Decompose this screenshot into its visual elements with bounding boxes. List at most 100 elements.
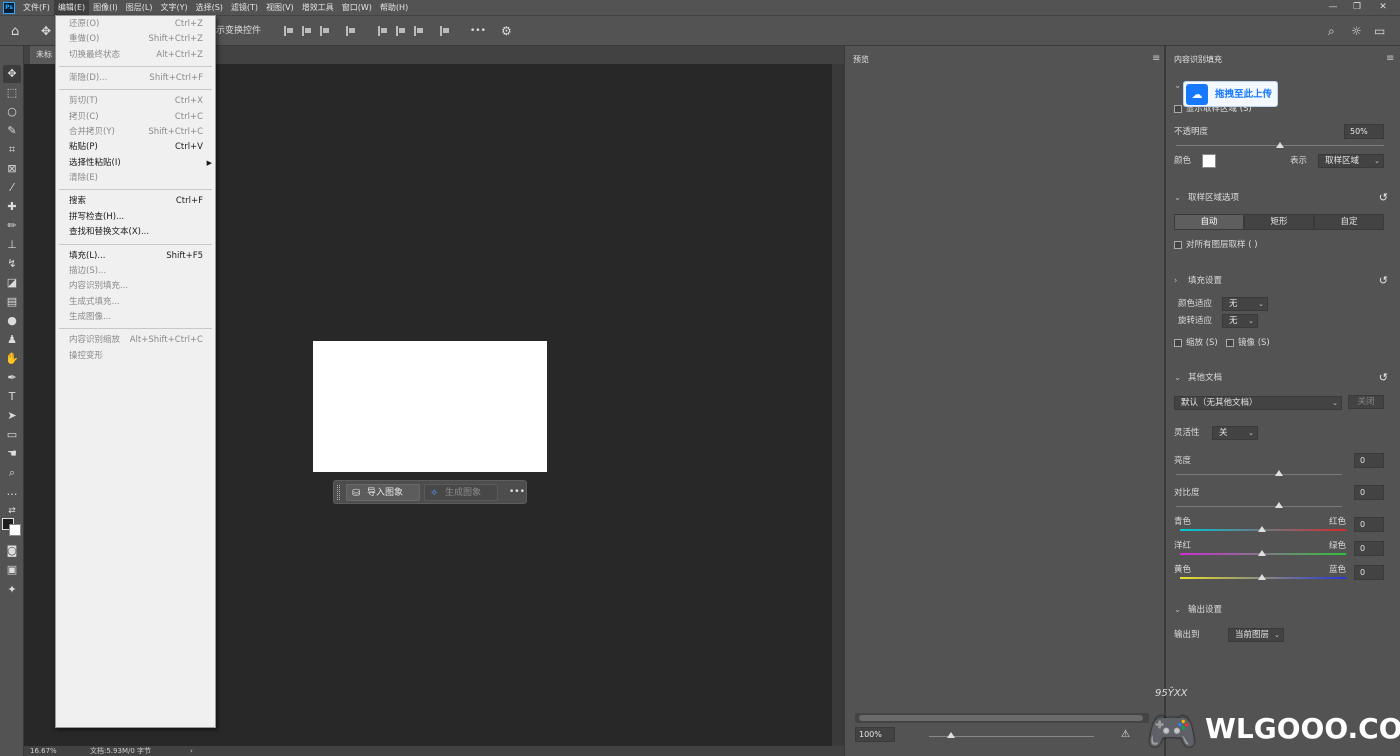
- upload-drop-badge[interactable]: ☁ 拖拽至此上传: [1183, 81, 1278, 107]
- smudge-icon[interactable]: ✋: [3, 350, 21, 368]
- generative-icon[interactable]: ✦: [3, 581, 21, 599]
- sampling-section-header[interactable]: ⌄ 取样区域选项: [1174, 192, 1239, 204]
- restore-button[interactable]: ❐: [1346, 0, 1368, 15]
- stamp-icon[interactable]: ⊥: [3, 236, 21, 254]
- quick-mask-icon[interactable]: ◙: [3, 542, 21, 560]
- menu-item-search[interactable]: 搜索 Ctrl+F: [56, 194, 215, 209]
- menu-item-toggle-last-state[interactable]: 切换最终状态 Alt+Ctrl+Z: [56, 48, 215, 63]
- more-options-button[interactable]: •••: [470, 16, 486, 47]
- canvas-scrollbar[interactable]: [832, 64, 844, 746]
- menu-item-undo[interactable]: 还原(O) Ctrl+Z: [56, 17, 215, 32]
- move-tool-icon[interactable]: ✥: [41, 16, 51, 47]
- sample-all-layers-checkbox[interactable]: [1174, 241, 1182, 249]
- minimize-button[interactable]: —: [1322, 0, 1344, 15]
- dodge-icon[interactable]: ♟: [3, 331, 21, 349]
- menu-image[interactable]: 图像(I): [89, 0, 122, 15]
- magenta-green-input[interactable]: 0: [1354, 541, 1384, 556]
- gradient-icon[interactable]: ▤: [3, 293, 21, 311]
- frame-icon[interactable]: ⊠: [3, 160, 21, 178]
- menu-view[interactable]: 视图(V): [262, 0, 298, 15]
- menu-item-paste-special[interactable]: 选择性粘贴(I) ▶: [56, 156, 215, 171]
- fill-settings-header[interactable]: › 填充设置: [1174, 275, 1222, 287]
- reset-other-docs-icon[interactable]: ↺: [1379, 371, 1388, 384]
- menu-item-puppet-warp[interactable]: 操控变形: [56, 349, 215, 364]
- brightness-slider[interactable]: [1176, 474, 1342, 475]
- marquee-icon[interactable]: ⬚: [3, 84, 21, 102]
- menu-window[interactable]: 窗口(W): [338, 0, 376, 15]
- menu-item-generative-fill[interactable]: 生成式填充...: [56, 295, 215, 310]
- contrast-slider-thumb[interactable]: [1275, 502, 1283, 508]
- align-right-icon[interactable]: [320, 26, 330, 36]
- sampling-custom-button[interactable]: 自定: [1314, 214, 1384, 230]
- menu-item-spell-check[interactable]: 拼写检查(H)...: [56, 210, 215, 225]
- align-bottom-icon[interactable]: [414, 26, 424, 36]
- home-icon[interactable]: ⌂: [11, 16, 19, 47]
- zoom-icon[interactable]: ⌕: [3, 464, 21, 482]
- scale-checkbox[interactable]: [1174, 339, 1182, 347]
- more-options-button[interactable]: •••: [506, 484, 525, 501]
- close-button[interactable]: ✕: [1372, 0, 1394, 15]
- distribute-vertical-icon[interactable]: [440, 26, 450, 36]
- magenta-green-slider-thumb[interactable]: [1258, 550, 1266, 556]
- color-adaptation-dropdown[interactable]: 无 ⌄: [1222, 297, 1268, 311]
- align-top-icon[interactable]: [378, 26, 388, 36]
- eraser-icon[interactable]: ◪: [3, 274, 21, 292]
- show-sampling-area-checkbox[interactable]: [1174, 105, 1182, 113]
- menu-item-copy[interactable]: 拷贝(C) Ctrl+C: [56, 110, 215, 125]
- rotation-adaptation-dropdown[interactable]: 无 ⌄: [1222, 314, 1258, 328]
- menu-item-redo[interactable]: 重做(O) Shift+Ctrl+Z: [56, 32, 215, 47]
- show-transform-controls-label[interactable]: 示变换控件: [216, 16, 261, 47]
- contrast-slider[interactable]: [1176, 506, 1342, 507]
- preview-scrollbar[interactable]: [855, 713, 1149, 723]
- reset-sampling-icon[interactable]: ↺: [1379, 191, 1388, 204]
- cyan-red-input[interactable]: 0: [1354, 517, 1384, 532]
- scroll-thumb[interactable]: [859, 715, 1143, 721]
- generate-image-button[interactable]: ✧ 生成图象: [424, 484, 498, 501]
- more-tools-icon[interactable]: …: [3, 483, 21, 501]
- screen-mode-icon[interactable]: ▣: [3, 561, 21, 579]
- move-icon[interactable]: ✥: [3, 65, 21, 83]
- overlay-color-swatch[interactable]: [1202, 154, 1216, 168]
- menu-layer[interactable]: 图层(L): [122, 0, 157, 15]
- mirror-checkbox[interactable]: [1226, 339, 1234, 347]
- rectangle-icon[interactable]: ▭: [3, 426, 21, 444]
- output-to-dropdown[interactable]: 当前图层 ⌄: [1228, 628, 1284, 642]
- output-settings-header[interactable]: ⌄ 输出设置: [1174, 604, 1222, 616]
- flexibility-dropdown[interactable]: 关 ⌄: [1212, 426, 1258, 440]
- menu-select[interactable]: 选择(S): [192, 0, 227, 15]
- preview-zoom-input[interactable]: 100%: [855, 727, 895, 742]
- menu-type[interactable]: 文字(Y): [156, 0, 191, 15]
- menu-item-cut[interactable]: 剪切(T) Ctrl+X: [56, 94, 215, 109]
- history-brush-icon[interactable]: ↯: [3, 255, 21, 273]
- zoom-level[interactable]: 16.67%: [30, 746, 57, 756]
- workspace-icon[interactable]: ▭: [1374, 16, 1385, 47]
- cyan-red-slider-thumb[interactable]: [1258, 526, 1266, 532]
- opacity-slider-thumb[interactable]: [1276, 142, 1284, 148]
- align-middle-icon[interactable]: [396, 26, 406, 36]
- menu-file[interactable]: 文件(F): [19, 0, 54, 15]
- yellow-blue-slider-thumb[interactable]: [1258, 574, 1266, 580]
- menu-edit[interactable]: 编辑(E): [53, 0, 90, 15]
- menu-item-fill[interactable]: 填充(L)... Shift+F5: [56, 249, 215, 264]
- brightness-slider-thumb[interactable]: [1275, 470, 1283, 476]
- align-left-icon[interactable]: [284, 26, 294, 36]
- preview-zoom-thumb[interactable]: [947, 732, 955, 738]
- yellow-blue-input[interactable]: 0: [1354, 565, 1384, 580]
- healing-brush-icon[interactable]: ✚: [3, 198, 21, 216]
- import-image-button[interactable]: ⛁ 导入图象: [346, 484, 420, 501]
- type-icon[interactable]: T: [3, 388, 21, 406]
- brightness-input[interactable]: 0: [1354, 453, 1384, 468]
- menu-item-copy-merged[interactable]: 合并拷贝(Y) Shift+Ctrl+C: [56, 125, 215, 140]
- status-arrow-icon[interactable]: ›: [190, 746, 193, 756]
- search-icon[interactable]: ⌕: [1328, 16, 1335, 47]
- menu-help[interactable]: 帮助(H): [376, 0, 412, 15]
- menu-plugins[interactable]: 增效工具: [298, 0, 338, 15]
- display-dropdown[interactable]: 取样区域 ⌄: [1318, 154, 1384, 168]
- menu-item-clear[interactable]: 清除(E): [56, 171, 215, 186]
- document-canvas[interactable]: [313, 341, 547, 472]
- menu-item-content-aware-scale[interactable]: 内容识别缩放 Alt+Shift+Ctrl+C: [56, 333, 215, 348]
- panel-menu-icon[interactable]: ≡: [1152, 53, 1160, 64]
- gear-icon[interactable]: ⚙: [501, 16, 512, 47]
- sampling-auto-button[interactable]: 自动: [1174, 214, 1244, 230]
- crop-icon[interactable]: ⌗: [3, 141, 21, 159]
